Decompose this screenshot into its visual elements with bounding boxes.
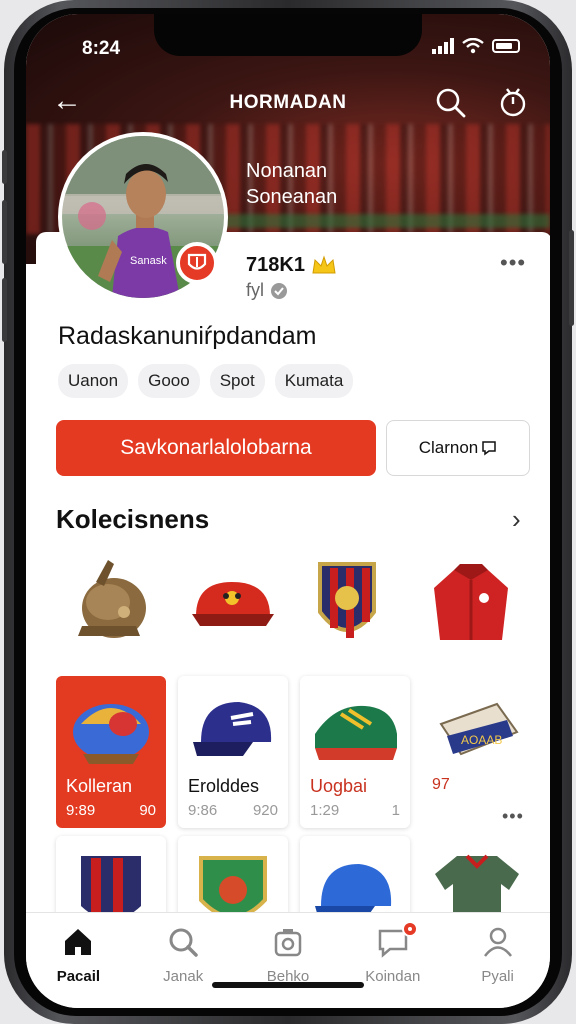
tile-count: 90 [139, 802, 156, 819]
collection-tile[interactable]: Erolddes 9:86 920 [178, 676, 288, 828]
cap-icon[interactable] [186, 554, 276, 654]
secondary-button-label: Clarnon [418, 438, 479, 457]
verified-icon [271, 282, 287, 299]
tab-label: Pyali [481, 968, 514, 985]
svg-text:Sanask: Sanask [130, 255, 167, 267]
tile-name: Kolleran [66, 776, 133, 796]
page-title: HORMADAN [229, 92, 347, 113]
tile-count: 1 [391, 802, 400, 819]
user-id: 718K1 [246, 254, 337, 277]
tile-count: 920 [252, 802, 278, 819]
tab-home[interactable]: Pacail [26, 913, 131, 1008]
tile-price: 1:29 [310, 802, 340, 819]
shoe-icon [315, 705, 397, 760]
mute-switch [2, 150, 7, 184]
profile-icon [483, 927, 512, 957]
helmet-icon[interactable] [66, 554, 156, 654]
tile-name: Erolddes [188, 776, 260, 796]
hero-name: Nonanan Soneanan [246, 158, 337, 210]
chip[interactable]: Uanon [58, 364, 129, 398]
tile-meta: 1:29 1 [310, 802, 400, 819]
tile-meta: 9:89 90 [66, 802, 156, 819]
tab-search[interactable]: Janak [131, 913, 236, 1008]
tile-price: 9:89 [66, 802, 96, 819]
battery-icon [492, 39, 520, 53]
collection-tile[interactable]: Kolleran 9:89 90 [56, 676, 166, 828]
top-nav: ← HORMADAN [26, 84, 550, 124]
crest-icon[interactable] [302, 554, 392, 654]
crown-icon [312, 254, 336, 273]
status-time: 8:24 [82, 38, 121, 59]
volume-down-button [2, 278, 7, 342]
screen: 8:24 ← HORMADAN Nonanan Soneanan Sanask … [26, 14, 550, 1008]
search-icon[interactable] [434, 86, 468, 120]
tile-name: 97 [432, 776, 450, 793]
tile-name: Uogbai [310, 776, 368, 796]
settings-icon[interactable] [496, 86, 530, 120]
signal-icon [432, 38, 454, 54]
helmet-icon [73, 704, 149, 764]
user-id-text: 718K1 [246, 254, 305, 276]
primary-action-button[interactable]: Savkonarlalolobarna [56, 420, 376, 476]
phone-frame: 8:24 ← HORMADAN Nonanan Soneanan Sanask … [2, 0, 574, 1024]
jacket-icon[interactable] [426, 554, 516, 654]
hero-name-line1: Nonanan [246, 160, 328, 182]
tab-camera[interactable]: Behko [236, 913, 341, 1008]
tab-profile[interactable]: Pyali [445, 913, 550, 1008]
camera-icon [274, 929, 302, 957]
chevron-right-icon[interactable]: › [512, 504, 521, 535]
home-icon [65, 929, 92, 955]
more-tiles-icon[interactable]: ••• [502, 806, 524, 827]
search-icon [169, 928, 198, 957]
chat-bubble-icon [482, 441, 497, 456]
ticket-icon: AOAAB [439, 702, 519, 756]
tag-chips: Uanon Gooo Spot Kumata [58, 364, 354, 398]
tab-messages[interactable]: Koindan [340, 913, 445, 1008]
cap-icon [193, 702, 272, 756]
chip[interactable]: Kumata [274, 364, 354, 398]
chip[interactable]: Gooo [138, 364, 200, 398]
more-options-icon[interactable]: ••• [500, 250, 526, 276]
collection-icons [66, 554, 526, 654]
notification-dot [402, 921, 419, 937]
club-badge-icon [176, 242, 218, 284]
collections-title: Kolecisnens [56, 504, 210, 534]
svg-text:AOAAB: AOAAB [461, 733, 502, 747]
volume-up-button [2, 200, 7, 264]
user-subline: fyl [246, 280, 288, 301]
tab-label: Pacail [56, 968, 101, 985]
power-button [569, 230, 574, 326]
hero-name-line2: Soneanan [246, 186, 338, 208]
pitch-strip [206, 214, 550, 228]
secondary-action-button[interactable]: Clarnon [386, 420, 530, 476]
wifi-icon [462, 38, 484, 54]
user-sub-text: fyl [246, 280, 264, 300]
tile-meta: 9:86 920 [188, 802, 278, 819]
status-icons [432, 38, 520, 54]
bottom-tab-bar: Pacail Janak Behko Koindan Pyali [26, 912, 550, 1008]
chip[interactable]: Spot [209, 364, 265, 398]
camera-notch [154, 14, 422, 56]
tile-price: 9:86 [188, 802, 218, 819]
collection-tile[interactable]: Uogbai 1:29 1 [300, 676, 410, 828]
profile-headline: Radaskanuniŕpdandam [58, 322, 317, 350]
home-indicator[interactable] [212, 982, 364, 988]
